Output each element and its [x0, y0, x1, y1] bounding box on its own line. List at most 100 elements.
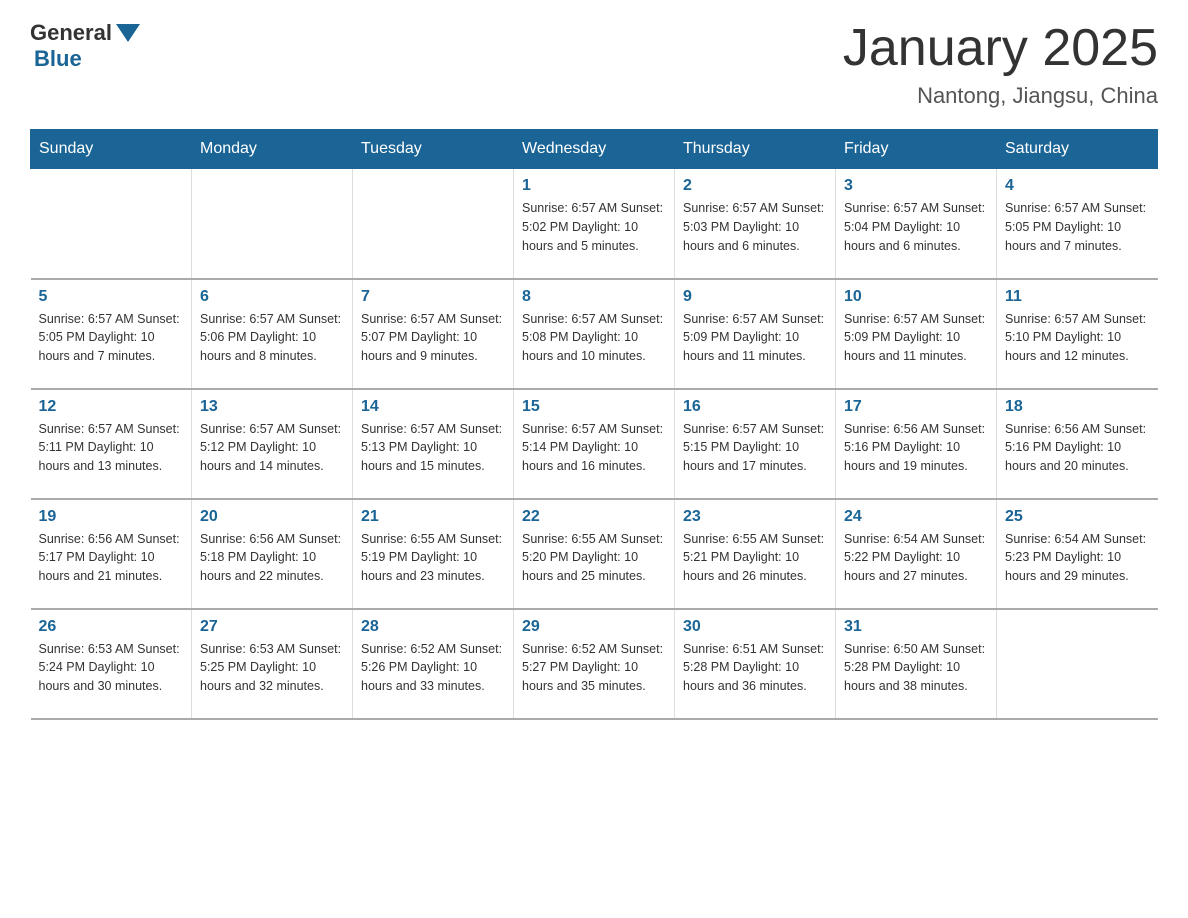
calendar-cell: [997, 609, 1158, 719]
day-number: 2: [683, 177, 827, 195]
day-number: 17: [844, 398, 988, 416]
calendar-cell: 5 Sunrise: 6:57 AM Sunset: 5:05 PM Daylig…: [31, 279, 192, 389]
calendar-cell: 28 Sunrise: 6:52 AM Sunset: 5:26 PM Dayli…: [353, 609, 514, 719]
day-info: Sunrise: 6:56 AM Sunset: 5:16 PM Dayligh…: [1005, 420, 1150, 476]
day-number: 21: [361, 508, 505, 526]
calendar-cell: 1 Sunrise: 6:57 AM Sunset: 5:02 PM Daylig…: [514, 169, 675, 279]
calendar-title: January 2025: [843, 20, 1158, 77]
day-number: 27: [200, 618, 344, 636]
day-info: Sunrise: 6:50 AM Sunset: 5:28 PM Dayligh…: [844, 640, 988, 696]
day-info: Sunrise: 6:56 AM Sunset: 5:18 PM Dayligh…: [200, 530, 344, 586]
day-number: 4: [1005, 177, 1150, 195]
day-info: Sunrise: 6:57 AM Sunset: 5:05 PM Dayligh…: [1005, 199, 1150, 255]
calendar-week-row: 12Sunrise: 6:57 AM Sunset: 5:11 PM Dayli…: [31, 389, 1158, 499]
day-number: 6: [200, 288, 344, 306]
calendar-cell: 18 Sunrise: 6:56 AM Sunset: 5:16 PM Dayli…: [997, 389, 1158, 499]
calendar-cell: 3 Sunrise: 6:57 AM Sunset: 5:04 PM Daylig…: [836, 169, 997, 279]
logo-general-text: General: [30, 20, 112, 46]
day-info: Sunrise: 6:57 AM Sunset: 5:04 PM Dayligh…: [844, 199, 988, 255]
calendar-week-row: 26 Sunrise: 6:53 AM Sunset: 5:24 PM Dayli…: [31, 609, 1158, 719]
day-number: 11: [1005, 288, 1150, 306]
page-header: General Blue January 2025 Nantong, Jiang…: [30, 20, 1158, 109]
day-info: Sunrise: 6:57 AM Sunset: 5:08 PM Dayligh…: [522, 310, 666, 366]
day-info: Sunrise: 6:53 AM Sunset: 5:24 PM Dayligh…: [39, 640, 184, 696]
day-info: Sunrise: 6:55 AM Sunset: 5:21 PM Dayligh…: [683, 530, 827, 586]
day-info: Sunrise: 6:53 AM Sunset: 5:25 PM Dayligh…: [200, 640, 344, 696]
calendar-subtitle: Nantong, Jiangsu, China: [843, 83, 1158, 109]
calendar-cell: 8 Sunrise: 6:57 AM Sunset: 5:08 PM Daylig…: [514, 279, 675, 389]
calendar-cell: 16Sunrise: 6:57 AM Sunset: 5:15 PM Dayli…: [675, 389, 836, 499]
day-number: 23: [683, 508, 827, 526]
day-number: 10: [844, 288, 988, 306]
day-info: Sunrise: 6:57 AM Sunset: 5:14 PM Dayligh…: [522, 420, 666, 476]
day-number: 19: [39, 508, 184, 526]
day-info: Sunrise: 6:56 AM Sunset: 5:17 PM Dayligh…: [39, 530, 184, 586]
day-info: Sunrise: 6:57 AM Sunset: 5:07 PM Dayligh…: [361, 310, 505, 366]
day-info: Sunrise: 6:57 AM Sunset: 5:06 PM Dayligh…: [200, 310, 344, 366]
day-number: 3: [844, 177, 988, 195]
calendar-week-row: 19 Sunrise: 6:56 AM Sunset: 5:17 PM Dayli…: [31, 499, 1158, 609]
calendar-cell: 20 Sunrise: 6:56 AM Sunset: 5:18 PM Dayli…: [192, 499, 353, 609]
calendar-cell: 23 Sunrise: 6:55 AM Sunset: 5:21 PM Dayli…: [675, 499, 836, 609]
day-number: 9: [683, 288, 827, 306]
calendar-cell: 10Sunrise: 6:57 AM Sunset: 5:09 PM Dayli…: [836, 279, 997, 389]
day-number: 31: [844, 618, 988, 636]
calendar-header-saturday: Saturday: [997, 130, 1158, 169]
calendar-cell: 13 Sunrise: 6:57 AM Sunset: 5:12 PM Dayli…: [192, 389, 353, 499]
logo: General Blue: [30, 20, 140, 72]
day-info: Sunrise: 6:51 AM Sunset: 5:28 PM Dayligh…: [683, 640, 827, 696]
calendar-header-friday: Friday: [836, 130, 997, 169]
day-info: Sunrise: 6:54 AM Sunset: 5:22 PM Dayligh…: [844, 530, 988, 586]
day-info: Sunrise: 6:57 AM Sunset: 5:10 PM Dayligh…: [1005, 310, 1150, 366]
calendar-header-monday: Monday: [192, 130, 353, 169]
calendar-cell: 4 Sunrise: 6:57 AM Sunset: 5:05 PM Daylig…: [997, 169, 1158, 279]
day-number: 13: [200, 398, 344, 416]
calendar-cell: 25Sunrise: 6:54 AM Sunset: 5:23 PM Dayli…: [997, 499, 1158, 609]
day-number: 1: [522, 177, 666, 195]
day-number: 8: [522, 288, 666, 306]
day-number: 7: [361, 288, 505, 306]
day-number: 5: [39, 288, 184, 306]
calendar-cell: 11 Sunrise: 6:57 AM Sunset: 5:10 PM Dayli…: [997, 279, 1158, 389]
calendar-cell: 7 Sunrise: 6:57 AM Sunset: 5:07 PM Daylig…: [353, 279, 514, 389]
day-info: Sunrise: 6:57 AM Sunset: 5:02 PM Dayligh…: [522, 199, 666, 255]
calendar-cell: [31, 169, 192, 279]
day-info: Sunrise: 6:56 AM Sunset: 5:16 PM Dayligh…: [844, 420, 988, 476]
calendar-week-row: 1 Sunrise: 6:57 AM Sunset: 5:02 PM Daylig…: [31, 169, 1158, 279]
day-number: 24: [844, 508, 988, 526]
calendar-cell: 22Sunrise: 6:55 AM Sunset: 5:20 PM Dayli…: [514, 499, 675, 609]
day-info: Sunrise: 6:57 AM Sunset: 5:11 PM Dayligh…: [39, 420, 184, 476]
day-info: Sunrise: 6:57 AM Sunset: 5:13 PM Dayligh…: [361, 420, 505, 476]
day-number: 26: [39, 618, 184, 636]
calendar-table: SundayMondayTuesdayWednesdayThursdayFrid…: [30, 129, 1158, 720]
calendar-cell: 9 Sunrise: 6:57 AM Sunset: 5:09 PM Daylig…: [675, 279, 836, 389]
day-number: 18: [1005, 398, 1150, 416]
calendar-cell: [353, 169, 514, 279]
day-number: 20: [200, 508, 344, 526]
day-info: Sunrise: 6:52 AM Sunset: 5:27 PM Dayligh…: [522, 640, 666, 696]
title-block: January 2025 Nantong, Jiangsu, China: [843, 20, 1158, 109]
day-info: Sunrise: 6:52 AM Sunset: 5:26 PM Dayligh…: [361, 640, 505, 696]
day-info: Sunrise: 6:57 AM Sunset: 5:12 PM Dayligh…: [200, 420, 344, 476]
calendar-cell: 27 Sunrise: 6:53 AM Sunset: 5:25 PM Dayli…: [192, 609, 353, 719]
calendar-cell: 19 Sunrise: 6:56 AM Sunset: 5:17 PM Dayli…: [31, 499, 192, 609]
day-number: 28: [361, 618, 505, 636]
calendar-cell: 2 Sunrise: 6:57 AM Sunset: 5:03 PM Daylig…: [675, 169, 836, 279]
calendar-header-row: SundayMondayTuesdayWednesdayThursdayFrid…: [31, 130, 1158, 169]
logo-blue-text: Blue: [34, 46, 82, 72]
calendar-cell: 26 Sunrise: 6:53 AM Sunset: 5:24 PM Dayli…: [31, 609, 192, 719]
calendar-header-thursday: Thursday: [675, 130, 836, 169]
day-info: Sunrise: 6:57 AM Sunset: 5:09 PM Dayligh…: [683, 310, 827, 366]
calendar-cell: 21Sunrise: 6:55 AM Sunset: 5:19 PM Dayli…: [353, 499, 514, 609]
day-info: Sunrise: 6:54 AM Sunset: 5:23 PM Dayligh…: [1005, 530, 1150, 586]
calendar-cell: 12Sunrise: 6:57 AM Sunset: 5:11 PM Dayli…: [31, 389, 192, 499]
calendar-cell: 31 Sunrise: 6:50 AM Sunset: 5:28 PM Dayli…: [836, 609, 997, 719]
calendar-cell: 14 Sunrise: 6:57 AM Sunset: 5:13 PM Dayli…: [353, 389, 514, 499]
calendar-cell: [192, 169, 353, 279]
day-info: Sunrise: 6:57 AM Sunset: 5:03 PM Dayligh…: [683, 199, 827, 255]
day-number: 14: [361, 398, 505, 416]
calendar-cell: 24 Sunrise: 6:54 AM Sunset: 5:22 PM Dayli…: [836, 499, 997, 609]
day-number: 30: [683, 618, 827, 636]
calendar-cell: 17 Sunrise: 6:56 AM Sunset: 5:16 PM Dayli…: [836, 389, 997, 499]
day-info: Sunrise: 6:57 AM Sunset: 5:05 PM Dayligh…: [39, 310, 184, 366]
